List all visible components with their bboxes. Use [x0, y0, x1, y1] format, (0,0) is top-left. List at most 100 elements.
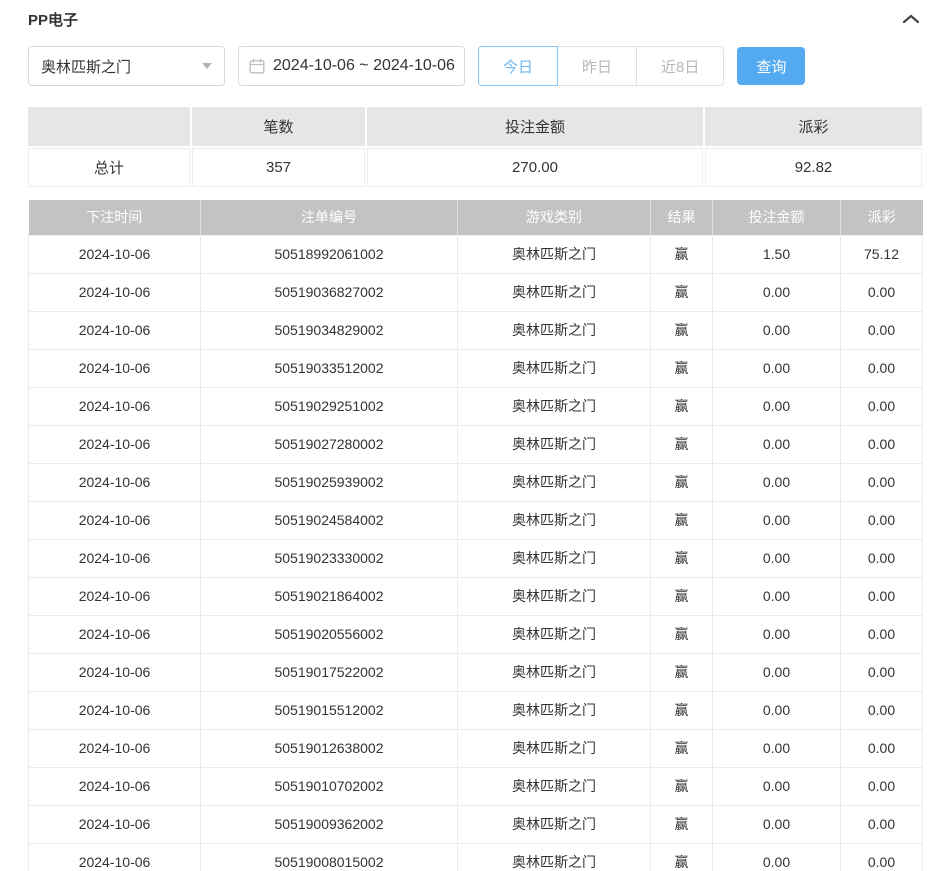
range-button-yesterday[interactable]: 昨日 [557, 46, 637, 86]
table-cell-order-id: 50519023330002 [201, 539, 458, 577]
table-cell-game-type: 奥林匹斯之门 [458, 691, 651, 729]
game-select-value: 奥林匹斯之门 [41, 56, 131, 77]
search-button[interactable]: 查询 [737, 47, 805, 85]
table-cell-game-type: 奥林匹斯之门 [458, 729, 651, 767]
table-cell-bet-amount: 0.00 [713, 349, 841, 387]
table-cell-game-type: 奥林匹斯之门 [458, 767, 651, 805]
bets-table: 下注时间 注单编号 游戏类别 结果 投注金额 派彩 2024-10-065051… [28, 200, 923, 871]
table-cell-bet-time: 2024-10-06 [29, 843, 201, 871]
table-cell-result: 赢 [651, 691, 713, 729]
column-header-payout: 派彩 [841, 200, 923, 235]
table-cell-result: 赢 [651, 577, 713, 615]
summary-table: 笔数 投注金额 派彩 总计 357 270.00 92.82 [28, 107, 922, 187]
table-cell-result: 赢 [651, 767, 713, 805]
table-cell-order-id: 50519009362002 [201, 805, 458, 843]
table-cell-result: 赢 [651, 805, 713, 843]
table-cell-bet-time: 2024-10-06 [29, 691, 201, 729]
calendar-icon [249, 58, 265, 74]
table-cell-bet-amount: 0.00 [713, 615, 841, 653]
table-cell-payout: 0.00 [841, 767, 923, 805]
table-row: 2024-10-0650519034829002奥林匹斯之门赢0.000.00 [29, 311, 923, 349]
table-row: 2024-10-0650519012638002奥林匹斯之门赢0.000.00 [29, 729, 923, 767]
table-cell-game-type: 奥林匹斯之门 [458, 311, 651, 349]
column-header-bet-amount: 投注金额 [713, 200, 841, 235]
table-cell-bet-time: 2024-10-06 [29, 387, 201, 425]
table-cell-game-type: 奥林匹斯之门 [458, 577, 651, 615]
table-cell-order-id: 50519025939002 [201, 463, 458, 501]
table-cell-result: 赢 [651, 729, 713, 767]
table-cell-game-type: 奥林匹斯之门 [458, 387, 651, 425]
table-cell-bet-amount: 0.00 [713, 501, 841, 539]
table-cell-result: 赢 [651, 615, 713, 653]
table-cell-order-id: 50519015512002 [201, 691, 458, 729]
table-cell-result: 赢 [651, 425, 713, 463]
table-cell-bet-amount: 0.00 [713, 539, 841, 577]
table-row: 2024-10-0650519036827002奥林匹斯之门赢0.000.00 [29, 273, 923, 311]
table-cell-bet-time: 2024-10-06 [29, 577, 201, 615]
quick-range-group: 今日 昨日 近8日 [478, 46, 724, 86]
table-cell-order-id: 50519010702002 [201, 767, 458, 805]
table-cell-result: 赢 [651, 311, 713, 349]
table-cell-order-id: 50519021864002 [201, 577, 458, 615]
column-header-game-type: 游戏类别 [458, 200, 651, 235]
table-cell-bet-time: 2024-10-06 [29, 311, 201, 349]
table-cell-result: 赢 [651, 387, 713, 425]
caret-down-icon [202, 63, 212, 69]
table-cell-payout: 0.00 [841, 273, 923, 311]
bets-table-body: 2024-10-0650518992061002奥林匹斯之门赢1.5075.12… [29, 235, 923, 871]
table-row: 2024-10-0650519033512002奥林匹斯之门赢0.000.00 [29, 349, 923, 387]
table-cell-game-type: 奥林匹斯之门 [458, 273, 651, 311]
table-cell-bet-amount: 0.00 [713, 843, 841, 871]
table-cell-order-id: 50519034829002 [201, 311, 458, 349]
table-cell-payout: 0.00 [841, 501, 923, 539]
bets-table-header-row: 下注时间 注单编号 游戏类别 结果 投注金额 派彩 [29, 200, 923, 235]
range-button-last8days[interactable]: 近8日 [636, 46, 724, 86]
table-cell-payout: 0.00 [841, 805, 923, 843]
column-header-bet-time: 下注时间 [29, 200, 201, 235]
summary-count-value: 357 [192, 148, 365, 187]
table-cell-bet-amount: 0.00 [713, 577, 841, 615]
table-cell-result: 赢 [651, 463, 713, 501]
table-cell-payout: 0.00 [841, 615, 923, 653]
table-cell-bet-time: 2024-10-06 [29, 425, 201, 463]
table-cell-bet-amount: 0.00 [713, 463, 841, 501]
table-cell-bet-amount: 0.00 [713, 425, 841, 463]
table-cell-game-type: 奥林匹斯之门 [458, 349, 651, 387]
date-range-input[interactable]: 2024-10-06 ~ 2024-10-06 [238, 46, 465, 86]
table-cell-payout: 0.00 [841, 843, 923, 871]
table-cell-bet-time: 2024-10-06 [29, 805, 201, 843]
table-cell-payout: 0.00 [841, 311, 923, 349]
table-cell-bet-amount: 0.00 [713, 653, 841, 691]
table-cell-bet-time: 2024-10-06 [29, 501, 201, 539]
column-header-order-id: 注单编号 [201, 200, 458, 235]
table-cell-bet-amount: 0.00 [713, 387, 841, 425]
table-cell-order-id: 50518992061002 [201, 235, 458, 273]
table-cell-order-id: 50519017522002 [201, 653, 458, 691]
table-cell-game-type: 奥林匹斯之门 [458, 235, 651, 273]
table-cell-payout: 0.00 [841, 463, 923, 501]
table-row: 2024-10-0650519015512002奥林匹斯之门赢0.000.00 [29, 691, 923, 729]
table-cell-payout: 75.12 [841, 235, 923, 273]
table-cell-result: 赢 [651, 653, 713, 691]
table-cell-payout: 0.00 [841, 349, 923, 387]
summary-row-label: 总计 [28, 148, 190, 187]
game-select[interactable]: 奥林匹斯之门 [28, 46, 225, 86]
table-cell-bet-amount: 0.00 [713, 729, 841, 767]
table-cell-bet-time: 2024-10-06 [29, 235, 201, 273]
date-range-value: 2024-10-06 ~ 2024-10-06 [273, 57, 455, 75]
table-cell-bet-time: 2024-10-06 [29, 539, 201, 577]
range-button-today[interactable]: 今日 [478, 46, 558, 86]
table-cell-result: 赢 [651, 273, 713, 311]
table-cell-game-type: 奥林匹斯之门 [458, 843, 651, 871]
table-cell-bet-time: 2024-10-06 [29, 767, 201, 805]
table-row: 2024-10-0650519024584002奥林匹斯之门赢0.000.00 [29, 501, 923, 539]
table-cell-bet-amount: 0.00 [713, 691, 841, 729]
table-cell-order-id: 50519036827002 [201, 273, 458, 311]
table-cell-bet-amount: 0.00 [713, 311, 841, 349]
summary-bet-amount-value: 270.00 [367, 148, 703, 187]
pp-electronic-panel: PP电子 奥林匹斯之门 2024-10-06 ~ 2024-10-06 今日 昨… [0, 0, 933, 871]
table-cell-payout: 0.00 [841, 729, 923, 767]
table-cell-payout: 0.00 [841, 653, 923, 691]
chevron-up-icon[interactable] [900, 12, 922, 26]
table-row: 2024-10-0650519027280002奥林匹斯之门赢0.000.00 [29, 425, 923, 463]
